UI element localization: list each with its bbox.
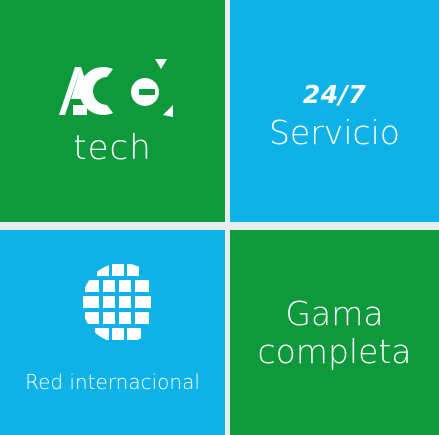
range-line1: Gama <box>285 293 384 333</box>
range-tile[interactable]: Gama completa <box>230 230 439 435</box>
brand-subtitle: tech <box>73 128 152 168</box>
brand-logo <box>59 59 173 117</box>
globe-icon <box>83 264 151 340</box>
service-hours: 24/7 <box>302 80 367 109</box>
brand-tile[interactable]: tech <box>0 0 225 222</box>
tile-grid: tech 24/7 Servicio Red internacional Gam… <box>0 0 439 435</box>
network-label: Red internacional <box>25 370 200 394</box>
range-line2: completa <box>257 331 412 371</box>
service-label: Servicio <box>268 113 401 152</box>
service-tile[interactable]: 24/7 Servicio <box>230 0 439 222</box>
